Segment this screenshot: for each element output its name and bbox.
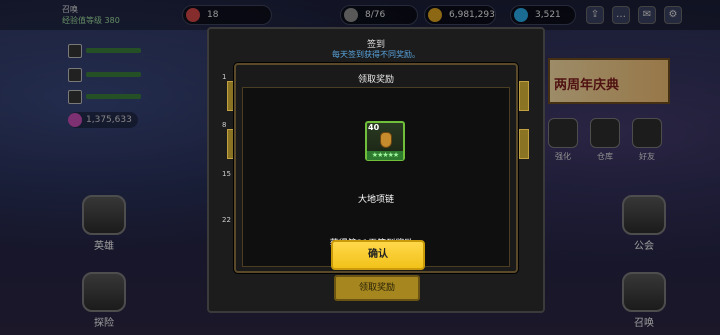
row-label-8: 8 bbox=[222, 121, 227, 129]
item-level: 40 bbox=[368, 123, 380, 132]
row-label-15: 15 bbox=[222, 170, 231, 178]
necklace-icon bbox=[380, 132, 392, 148]
checkin-subtitle: 每天签到获得不同奖励。 bbox=[332, 50, 420, 59]
reward-modal: 领取奖励 40 ★★★★★ 大地项链 获得第21天签到奖励。 确认 bbox=[234, 63, 518, 273]
row-label-1: 1 bbox=[222, 73, 227, 81]
reward-item-card[interactable]: 40 ★★★★★ bbox=[365, 121, 405, 161]
claim-reward-button[interactable]: 领取奖励 bbox=[334, 275, 420, 301]
modal-title: 领取奖励 bbox=[357, 75, 394, 85]
row-label-22: 22 bbox=[222, 216, 231, 224]
day-slot[interactable] bbox=[519, 81, 529, 111]
confirm-button[interactable]: 确认 bbox=[331, 240, 425, 270]
day-slot[interactable] bbox=[519, 129, 529, 159]
item-name: 大地项链 bbox=[357, 195, 394, 205]
item-stars: ★★★★★ bbox=[367, 151, 403, 160]
